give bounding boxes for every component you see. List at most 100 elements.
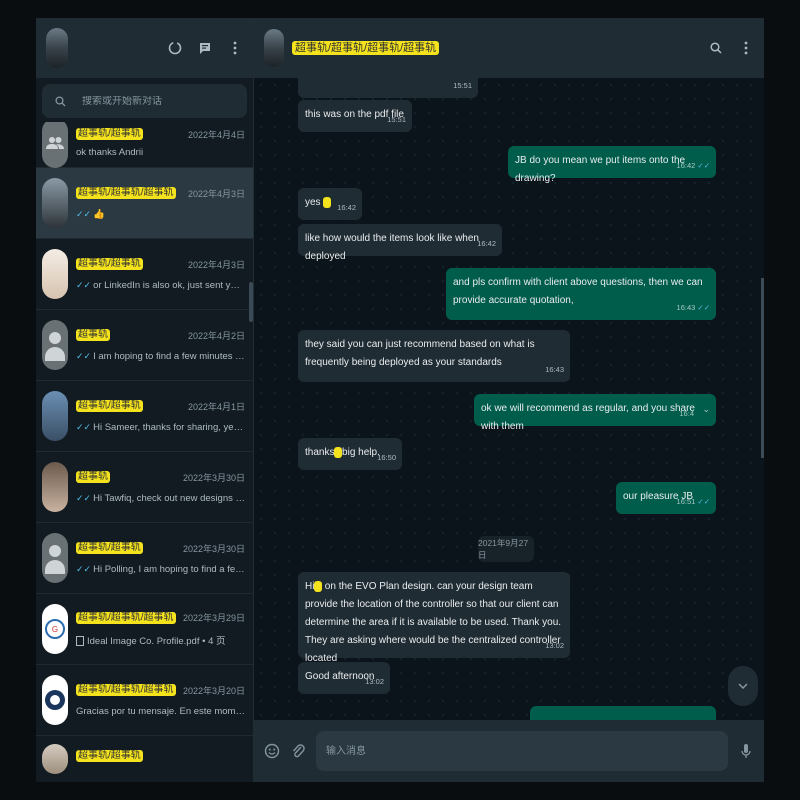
chat-last-message: I am hoping to find a few minutes to con… <box>93 350 245 362</box>
chevron-down-icon[interactable]: ⌄ <box>702 400 710 418</box>
chat-list-item[interactable]: 超事轨/超事轨 2022年4月3日 ✓✓ or LinkedIn is also … <box>36 239 253 310</box>
emoji-icon[interactable] <box>264 743 280 759</box>
chat-date: 2022年3月30日 <box>182 543 245 554</box>
message-bubble[interactable]: they said you can just recommend based o… <box>298 330 570 382</box>
message-bubble[interactable]: Good afternoon 13:02 <box>298 662 390 694</box>
contact-avatar <box>42 249 68 299</box>
redacted-mark <box>323 197 331 208</box>
microphone-icon[interactable] <box>738 743 754 759</box>
conversation-title[interactable]: 超事轨/超事轨/超事轨/超事轨 <box>292 41 440 55</box>
chat-list-item[interactable]: 超事轨/超事轨/超事轨 2022年4月3日 ✓✓ 👍 <box>36 168 253 239</box>
message-bubble[interactable]: like how would the items look like when … <box>298 224 502 262</box>
contact-avatar[interactable] <box>264 29 284 67</box>
message-text: they said you can just recommend based o… <box>305 339 535 368</box>
scroll-down-button[interactable] <box>728 666 758 706</box>
chat-last-message: Ideal Image Co. Profile.pdf • 4 页 <box>87 636 226 647</box>
conversation-header: 超事轨/超事轨/超事轨/超事轨 <box>254 18 764 78</box>
message-bubble[interactable]: 15:51 <box>298 78 478 98</box>
chat-name: 超事轨/超事轨 <box>76 750 143 762</box>
message-time: 16:4 <box>679 409 694 418</box>
chat-list-item[interactable]: 超事轨/超事轨 2022年3月30日 ✓✓ Hi Polling, I am ho… <box>36 523 253 594</box>
date-separator: 2021年9月27日 <box>478 536 534 562</box>
message-bubble[interactable]: and pls confirm with client above questi… <box>446 268 716 320</box>
chat-list-item[interactable]: 超事轨/超事轨 2022年4月1日 ✓✓ Hi Sameer, thanks fo… <box>36 381 253 452</box>
chat-list-item[interactable]: 超事轨 2022年3月30日 ✓✓ Hi Tawfiq, check out ne… <box>36 452 253 523</box>
chat-list-item[interactable]: 超事轨/超事轨/超事轨 2022年3月20日 Gracias por tu me… <box>36 665 253 736</box>
message-bubble[interactable]: Hi on the EVO Plan design. can your desi… <box>298 572 570 664</box>
chat-name: 超事轨/超事轨 <box>76 258 143 270</box>
chat-list-item[interactable]: 超事轨/超事轨 <box>36 736 253 782</box>
chat-list-scrollbar[interactable] <box>249 282 253 322</box>
chat-date: 2022年3月20日 <box>182 685 245 696</box>
search-icon[interactable] <box>708 40 724 56</box>
message-text: and pls confirm with client above questi… <box>453 277 703 306</box>
chat-date: 2022年4月1日 <box>187 401 245 412</box>
chat-last-message: or LinkedIn is also ok, just sent you co… <box>93 279 245 291</box>
attach-icon[interactable] <box>290 743 306 759</box>
chat-last-message: Gracias por tu mensaje. En este momento … <box>76 705 245 717</box>
read-ticks-icon: ✓✓ <box>76 350 92 361</box>
message-bubble[interactable]: JB do you mean we put items onto the dra… <box>508 146 716 184</box>
chat-list: 超事轨/超事轨 2022年4月4日 ok thanks Andrii 超事轨/超… <box>36 122 253 782</box>
message-input[interactable] <box>316 731 728 771</box>
new-chat-icon[interactable] <box>197 40 213 56</box>
message-text: JB do you mean we put items onto the dra… <box>515 155 686 184</box>
default-avatar <box>42 533 68 583</box>
read-ticks-icon: ✓✓ <box>76 563 92 574</box>
message-bubble[interactable]: ok we will recommend as regular, and you… <box>474 394 716 432</box>
message-area[interactable]: 15:51 this was on the pdf file 15:51 JB … <box>254 78 764 720</box>
chat-last-message: Hi Tawfiq, check out new designs on my w… <box>93 492 245 504</box>
menu-icon[interactable] <box>227 40 243 56</box>
document-icon <box>76 636 84 647</box>
message-time: 16:51 ✓✓ <box>676 497 710 506</box>
whatsapp-window: 超事轨/超事轨 2022年4月4日 ok thanks Andrii 超事轨/超… <box>36 18 764 782</box>
chat-name: 超事轨 <box>76 329 110 341</box>
message-time: 16:43 <box>545 365 564 374</box>
message-bubble[interactable]: yes 16:42 <box>298 188 362 220</box>
message-time: 16:42 ✓✓ <box>676 161 710 170</box>
status-icon[interactable] <box>167 40 183 56</box>
sidebar: 超事轨/超事轨 2022年4月4日 ok thanks Andrii 超事轨/超… <box>36 18 254 782</box>
message-text: like how would the items look like when … <box>305 233 479 262</box>
menu-icon[interactable] <box>738 40 754 56</box>
chat-name: 超事轨/超事轨 <box>76 128 143 140</box>
chat-date: 2022年3月30日 <box>182 472 245 483</box>
message-time: 13:02 <box>365 677 384 686</box>
chat-name: 超事轨 <box>76 471 110 483</box>
redacted-mark <box>334 447 343 458</box>
sidebar-header <box>36 18 253 78</box>
message-bubble[interactable]: this was on the pdf file 15:51 <box>298 100 412 132</box>
chat-list-item[interactable]: 超事轨/超事轨 2022年4月4日 ok thanks Andrii <box>36 122 253 168</box>
message-scrollbar[interactable] <box>761 278 764 458</box>
search-input[interactable] <box>82 95 232 107</box>
search-icon <box>52 93 68 109</box>
message-time: 16:50 <box>377 453 396 462</box>
message-bubble-partial[interactable] <box>530 706 716 720</box>
chat-name: 超事轨/超事轨/超事轨 <box>76 684 176 696</box>
read-ticks-icon: ✓✓ <box>76 421 92 432</box>
read-ticks-icon: ✓✓ <box>697 303 710 312</box>
company-logo-avatar: G <box>42 604 68 654</box>
chat-last-message: Hi Polling, I am hoping to find a few mi… <box>93 563 245 575</box>
my-avatar[interactable] <box>46 28 68 68</box>
contact-avatar <box>42 462 68 512</box>
message-time: 16:42 <box>337 203 356 212</box>
message-bubble[interactable]: our pleasure JB 16:51 ✓✓ <box>616 482 716 514</box>
chat-list-item[interactable]: G 超事轨/超事轨/超事轨 2022年3月29日 Ideal Image Co.… <box>36 594 253 665</box>
message-text: yes <box>305 197 321 208</box>
read-ticks-icon: ✓✓ <box>697 497 710 506</box>
chat-last-message: 👍 <box>93 208 105 220</box>
message-time: 16:42 <box>477 239 496 248</box>
message-text: Good afternoon <box>305 671 375 682</box>
chat-list-item[interactable]: 超事轨 2022年4月2日 ✓✓ I am hoping to find a fe… <box>36 310 253 381</box>
chat-name: 超事轨/超事轨 <box>76 400 143 412</box>
message-text: thanks <box>305 447 335 458</box>
message-bubble[interactable]: thanks big help. 16:50 <box>298 438 402 470</box>
chat-date: 2022年4月4日 <box>187 129 245 140</box>
message-composer <box>254 720 764 782</box>
redacted-mark <box>314 581 323 592</box>
chat-last-message: Hi Sameer, thanks for sharing, yes I wou… <box>93 421 245 433</box>
message-text: ok we will recommend as regular, and you… <box>481 403 695 432</box>
read-ticks-icon: ✓✓ <box>76 279 92 290</box>
message-time: 15:51 <box>387 115 406 124</box>
